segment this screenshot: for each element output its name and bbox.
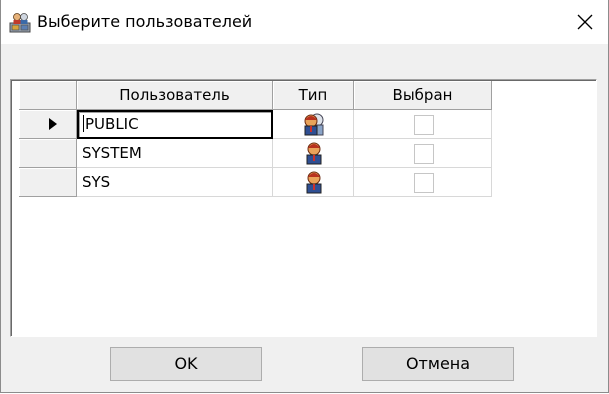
table-row-selected-cell: [354, 110, 492, 139]
row-indicator[interactable]: [19, 168, 77, 197]
group-users-icon: [304, 113, 324, 136]
selected-checkbox[interactable]: [414, 144, 434, 164]
close-button[interactable]: [562, 0, 608, 44]
close-icon: [577, 14, 593, 30]
cancel-button[interactable]: Отмена: [362, 347, 514, 381]
table-row-type-cell[interactable]: [273, 168, 354, 197]
column-header-type[interactable]: Тип: [273, 81, 354, 110]
column-header-user[interactable]: Пользователь: [77, 81, 273, 110]
table-row-selected-cell: [354, 168, 492, 197]
row-indicator[interactable]: [19, 139, 77, 168]
text-cursor: [83, 115, 84, 132]
user-name: PUBLIC: [85, 115, 139, 133]
selected-checkbox[interactable]: [414, 115, 434, 135]
column-header-selected[interactable]: Выбран: [354, 81, 492, 110]
ok-button[interactable]: OK: [110, 347, 262, 381]
table-row-type-cell[interactable]: [273, 139, 354, 168]
row-indicator[interactable]: [19, 110, 77, 139]
title-bar[interactable]: Выберите пользователей: [1, 0, 608, 44]
current-row-arrow-icon: [49, 118, 57, 130]
user-icon: [306, 171, 322, 194]
user-icon: [306, 142, 322, 165]
table-row-user-cell[interactable]: SYSTEM: [77, 139, 273, 168]
dialog-title: Выберите пользователей: [37, 12, 253, 31]
selected-checkbox[interactable]: [414, 173, 434, 193]
table-row-selected-cell: [354, 139, 492, 168]
users-dialog-icon: [9, 13, 31, 33]
grid-corner: [19, 81, 77, 110]
select-users-dialog: Выберите пользователей Пользователь Тип …: [0, 0, 609, 393]
table-row-user-cell[interactable]: SYS: [77, 168, 273, 197]
table-row-user-cell[interactable]: PUBLIC: [77, 110, 273, 139]
table-row-type-cell[interactable]: [273, 110, 354, 139]
